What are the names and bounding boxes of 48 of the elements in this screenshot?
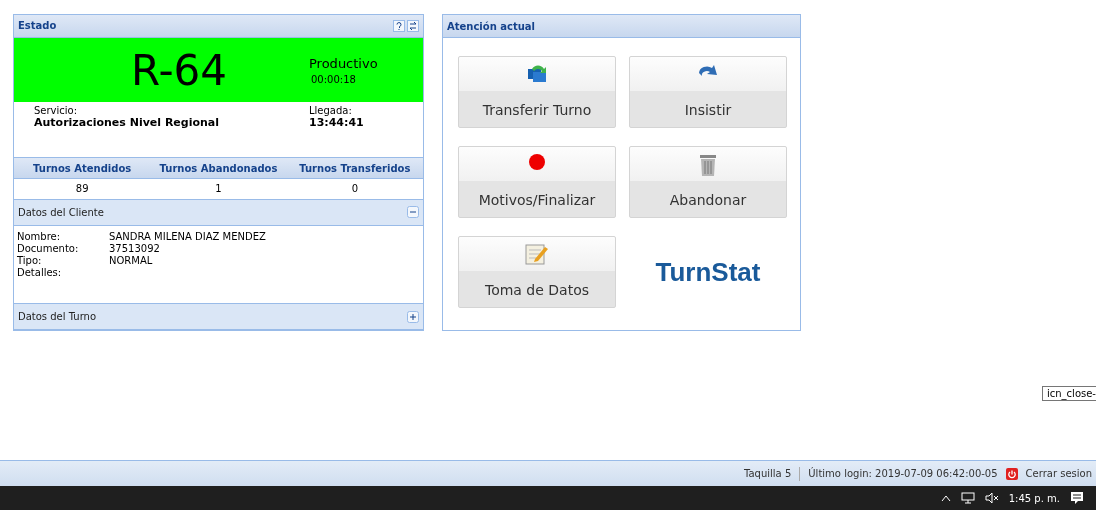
section-title: Datos del Cliente xyxy=(18,206,104,218)
field-label: Tipo: xyxy=(17,254,43,266)
logo: TurnStat xyxy=(655,256,761,288)
action-button[interactable]: Transferir Turno xyxy=(458,56,616,128)
expand-icon[interactable] xyxy=(407,310,419,323)
clock-text[interactable]: 1:45 p. m. xyxy=(1008,492,1060,504)
status-text: Productivo xyxy=(309,55,379,71)
last-login-text: Último login: 2019-07-09 06:42:00-05 xyxy=(808,468,998,479)
field-label: Nombre: xyxy=(17,230,62,242)
action-button[interactable]: Insistir xyxy=(629,56,787,128)
action-button[interactable]: Abandonar xyxy=(629,146,787,218)
column-header: Turnos Abandonados xyxy=(158,162,279,174)
table-cell-text: 1 xyxy=(214,183,223,195)
logout-link[interactable]: Cerrar sesion xyxy=(1025,468,1092,479)
trash-icon xyxy=(699,153,717,177)
field-label: Documento: xyxy=(17,242,80,254)
panel-title: Atención actual xyxy=(447,20,535,32)
table-cell-text: 89 xyxy=(74,183,90,195)
notepad-pencil-icon xyxy=(525,243,549,265)
field-label: Detalles: xyxy=(17,266,63,278)
table-cell-text: 0 xyxy=(350,183,359,195)
help-icon[interactable] xyxy=(393,19,405,32)
desk-label: Taquilla 5 xyxy=(744,468,792,479)
column-header: Turnos Transferidos xyxy=(298,162,412,174)
speaker-muted-icon[interactable] xyxy=(984,492,999,504)
refresh-icon[interactable] xyxy=(407,19,419,32)
action-button[interactable]: Toma de Datos xyxy=(458,236,616,308)
record-icon xyxy=(528,153,546,171)
timer-text: 00:00:18 xyxy=(311,73,357,85)
caret-up-icon[interactable] xyxy=(940,494,951,502)
tooltip: icn_close- xyxy=(1042,386,1096,401)
action-button[interactable]: Motivos/Finalizar xyxy=(458,146,616,218)
collapse-icon[interactable] xyxy=(407,206,419,219)
field-value: SANDRA MILENA DIAZ MENDEZ xyxy=(109,230,267,242)
field-label: Llegada: xyxy=(309,105,353,117)
field-value: 37513092 xyxy=(109,242,161,254)
network-icon[interactable] xyxy=(960,492,975,504)
computer-icon xyxy=(526,63,548,85)
field-value: NORMAL xyxy=(109,254,154,266)
notification-icon[interactable] xyxy=(1070,491,1084,505)
panel-title: Estado xyxy=(18,20,57,32)
column-header: Turnos Atendidos xyxy=(32,162,133,174)
section-title: Datos del Turno xyxy=(18,311,97,323)
field-label: Servicio: xyxy=(34,105,79,117)
service-name: Autorizaciones Nivel Regional xyxy=(34,116,221,130)
power-icon[interactable] xyxy=(1005,467,1018,480)
turn-number: R-64 xyxy=(129,45,229,95)
arrival-time: 13:44:41 xyxy=(309,116,365,130)
